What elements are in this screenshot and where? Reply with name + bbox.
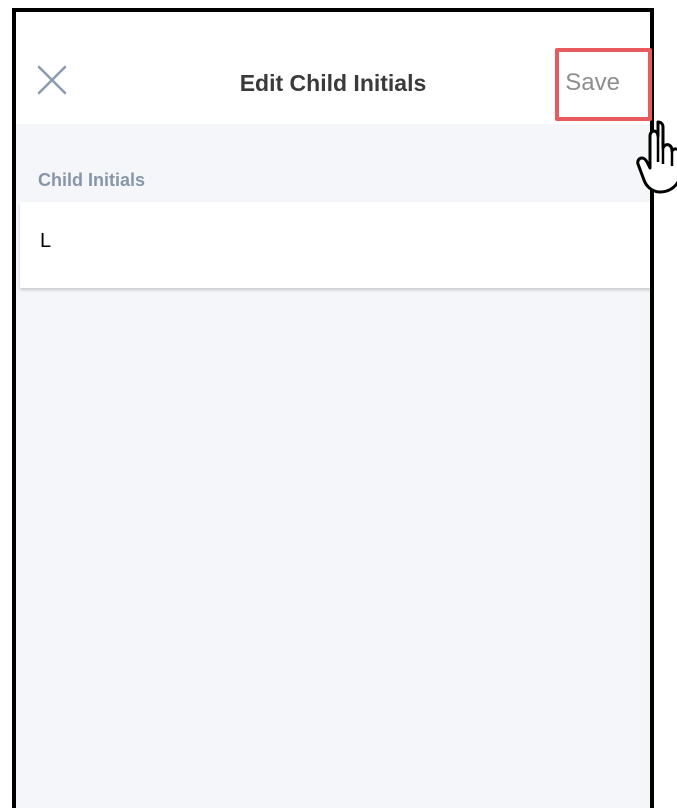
child-initials-field-row [20, 202, 650, 288]
hand-pointer-icon [636, 118, 677, 194]
header-bar: Edit Child Initials Save [16, 12, 650, 124]
phone-frame: Edit Child Initials Save Child Initials [12, 8, 654, 808]
child-initials-label: Child Initials [38, 170, 146, 190]
child-initials-input[interactable] [40, 230, 620, 253]
page-title: Edit Child Initials [239, 70, 427, 96]
save-button[interactable]: Save [565, 69, 620, 97]
